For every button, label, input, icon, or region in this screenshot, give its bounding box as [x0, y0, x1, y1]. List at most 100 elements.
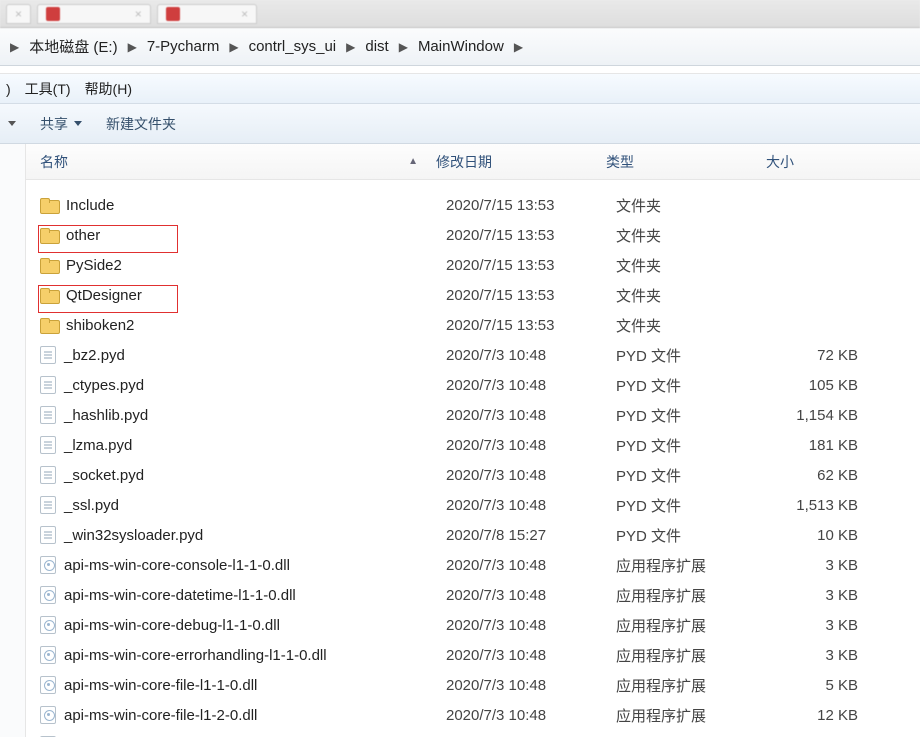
- file-name-label: PySide2: [66, 257, 122, 274]
- sort-indicator-icon: ▲: [408, 156, 418, 167]
- new-folder-button[interactable]: 新建文件夹: [106, 114, 176, 134]
- file-name-cell: _socket.pyd: [36, 466, 446, 484]
- file-row[interactable]: api-ms-win-core-errorhandling-l1-1-0.dll…: [26, 640, 920, 670]
- browser-tab[interactable]: ×: [37, 4, 151, 24]
- column-header-size[interactable]: 大小: [766, 152, 876, 172]
- file-row[interactable]: shiboken22020/7/15 13:53文件夹: [26, 310, 920, 340]
- file-name-label: QtDesigner: [66, 287, 142, 304]
- file-name-label: _win32sysloader.pyd: [64, 527, 203, 544]
- file-type-cell: PYD 文件: [616, 375, 776, 396]
- dll-icon: [40, 706, 56, 724]
- file-name-label: Include: [66, 197, 114, 214]
- file-icon: [40, 436, 56, 454]
- file-row[interactable]: _win32sysloader.pyd 2020/7/8 15:27PYD 文件1…: [26, 520, 920, 550]
- file-row[interactable]: _lzma.pyd2020/7/3 10:48PYD 文件181 KB: [26, 430, 920, 460]
- file-size-cell: 3 KB: [776, 557, 886, 574]
- file-row[interactable]: QtDesigner2020/7/15 13:53文件夹: [26, 280, 920, 310]
- column-header-name[interactable]: 名称 ▲: [26, 152, 436, 172]
- column-header-name-label: 名称: [40, 152, 68, 172]
- file-name-cell: api-ms-win-core-errorhandling-l1-1-0.dll: [36, 646, 446, 664]
- file-row[interactable]: _bz2.pyd2020/7/3 10:48PYD 文件72 KB: [26, 340, 920, 370]
- folder-icon: [40, 318, 58, 333]
- file-name-cell: Include: [36, 197, 446, 214]
- file-name-cell: _ctypes.pyd: [36, 376, 446, 394]
- file-row[interactable]: api-ms-win-core-file-l2-1-0.dll2020/7/3 …: [26, 730, 920, 737]
- file-size-cell: 10 KB: [776, 527, 886, 544]
- breadcrumb-segment[interactable]: 本地磁盘 (E:): [29, 36, 117, 57]
- file-row[interactable]: api-ms-win-core-file-l1-1-0.dll2020/7/3 …: [26, 670, 920, 700]
- file-type-cell: PYD 文件: [616, 525, 776, 546]
- menu-tools[interactable]: 工具(T): [25, 79, 71, 99]
- file-row[interactable]: Include2020/7/15 13:53文件夹: [26, 190, 920, 220]
- file-name-cell: _win32sysloader.pyd: [36, 526, 446, 544]
- menu-bar: ) 工具(T) 帮助(H): [0, 74, 920, 104]
- chevron-right-icon[interactable]: ▶: [504, 40, 533, 54]
- chevron-down-icon[interactable]: [8, 121, 16, 126]
- favicon-icon: [46, 7, 60, 21]
- menu-help[interactable]: 帮助(H): [85, 79, 132, 99]
- file-row[interactable]: other2020/7/15 13:53文件夹: [26, 220, 920, 250]
- file-name-label: api-ms-win-core-file-l1-2-0.dll: [64, 707, 257, 724]
- favicon-icon: [166, 7, 180, 21]
- chevron-right-icon[interactable]: ▶: [219, 40, 248, 54]
- file-row[interactable]: api-ms-win-core-file-l1-2-0.dll2020/7/3 …: [26, 700, 920, 730]
- chevron-right-icon[interactable]: ▶: [10, 40, 29, 54]
- file-date-cell: 2020/7/3 10:48: [446, 347, 616, 364]
- file-row[interactable]: api-ms-win-core-console-l1-1-0.dll2020/7…: [26, 550, 920, 580]
- breadcrumb-segment[interactable]: contrl_sys_ui: [249, 38, 337, 55]
- browser-tab[interactable]: ×: [157, 4, 257, 24]
- file-date-cell: 2020/7/3 10:48: [446, 497, 616, 514]
- file-row[interactable]: _ssl.pyd2020/7/3 10:48PYD 文件1,513 KB: [26, 490, 920, 520]
- file-row[interactable]: api-ms-win-core-debug-l1-1-0.dll2020/7/3…: [26, 610, 920, 640]
- file-name-cell: api-ms-win-core-file-l1-1-0.dll: [36, 676, 446, 694]
- share-button[interactable]: 共享: [40, 114, 82, 134]
- file-date-cell: 2020/7/15 13:53: [446, 227, 616, 244]
- file-type-cell: 文件夹: [616, 195, 776, 216]
- breadcrumb-segment[interactable]: dist: [365, 38, 388, 55]
- column-headers: 名称 ▲ 修改日期 类型 大小: [26, 144, 920, 180]
- file-date-cell: 2020/7/3 10:48: [446, 587, 616, 604]
- file-size-cell: 1,513 KB: [776, 497, 886, 514]
- browser-tab[interactable]: ×: [6, 4, 31, 24]
- file-icon: [40, 496, 56, 514]
- file-name-label: other: [66, 227, 100, 244]
- file-date-cell: 2020/7/8 15:27: [446, 527, 616, 544]
- column-header-type[interactable]: 类型: [606, 152, 766, 172]
- file-size-cell: 3 KB: [776, 587, 886, 604]
- chevron-right-icon[interactable]: ▶: [336, 40, 365, 54]
- file-date-cell: 2020/7/3 10:48: [446, 647, 616, 664]
- folder-icon: [40, 288, 58, 303]
- file-list: 名称 ▲ 修改日期 类型 大小 Include2020/7/15 13:53文件…: [26, 144, 920, 737]
- close-icon[interactable]: ×: [15, 7, 22, 21]
- file-rows: Include2020/7/15 13:53文件夹other2020/7/15 …: [26, 190, 920, 737]
- close-icon[interactable]: ×: [241, 7, 248, 21]
- file-date-cell: 2020/7/3 10:48: [446, 467, 616, 484]
- file-type-cell: PYD 文件: [616, 345, 776, 366]
- file-row[interactable]: _hashlib.pyd2020/7/3 10:48PYD 文件1,154 KB: [26, 400, 920, 430]
- file-size-cell: 5 KB: [776, 677, 886, 694]
- file-size-cell: 181 KB: [776, 437, 886, 454]
- file-type-cell: 应用程序扩展: [616, 675, 776, 696]
- file-name-label: _hashlib.pyd: [64, 407, 148, 424]
- file-type-cell: 文件夹: [616, 255, 776, 276]
- close-icon[interactable]: ×: [135, 7, 142, 21]
- file-row[interactable]: _ctypes.pyd2020/7/3 10:48PYD 文件105 KB: [26, 370, 920, 400]
- dll-icon: [40, 616, 56, 634]
- breadcrumb-segment[interactable]: 7-Pycharm: [147, 38, 220, 55]
- breadcrumb-segment[interactable]: MainWindow: [418, 38, 504, 55]
- address-bar[interactable]: ▶ 本地磁盘 (E:) ▶ 7-Pycharm ▶ contrl_sys_ui …: [0, 28, 920, 66]
- file-name-cell: api-ms-win-core-debug-l1-1-0.dll: [36, 616, 446, 634]
- file-date-cell: 2020/7/15 13:53: [446, 317, 616, 334]
- file-type-cell: 文件夹: [616, 285, 776, 306]
- file-name-label: api-ms-win-core-console-l1-1-0.dll: [64, 557, 290, 574]
- file-row[interactable]: api-ms-win-core-datetime-l1-1-0.dll2020/…: [26, 580, 920, 610]
- chevron-right-icon[interactable]: ▶: [118, 40, 147, 54]
- file-row[interactable]: _socket.pyd2020/7/3 10:48PYD 文件62 KB: [26, 460, 920, 490]
- column-header-date[interactable]: 修改日期: [436, 152, 606, 172]
- file-date-cell: 2020/7/3 10:48: [446, 407, 616, 424]
- file-row[interactable]: PySide22020/7/15 13:53文件夹: [26, 250, 920, 280]
- chevron-right-icon[interactable]: ▶: [389, 40, 418, 54]
- file-icon: [40, 526, 56, 544]
- file-icon: [40, 376, 56, 394]
- browser-tab-strip: × × ×: [0, 0, 920, 28]
